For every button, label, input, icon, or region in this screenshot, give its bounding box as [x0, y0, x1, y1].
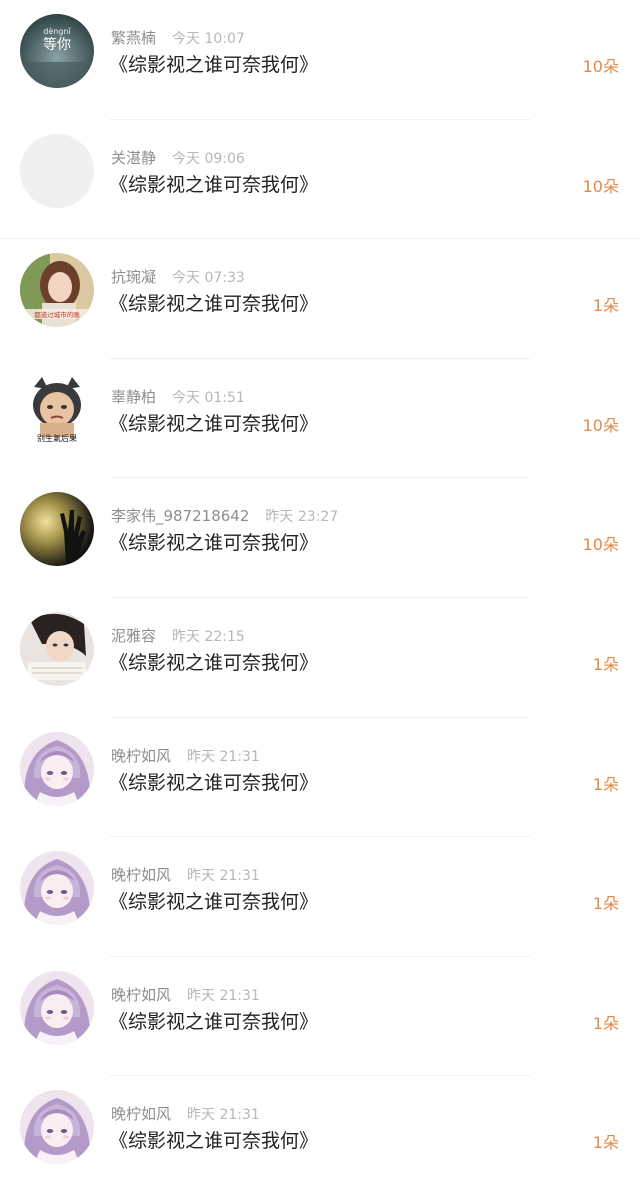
row-meta: 晚柠如风 昨天 21:31: [111, 864, 260, 886]
user-avatar[interactable]: dèngnǐ 等你: [20, 14, 94, 88]
flower-count: 10朵: [582, 57, 619, 76]
timestamp: 昨天 23:27: [265, 509, 339, 526]
book-title: 《综影视之谁可奈我何》: [109, 1130, 319, 1153]
timestamp: 昨天 21:31: [187, 987, 260, 1004]
book-title: 《综影视之谁可奈我何》: [109, 293, 319, 316]
gift-record-row[interactable]: 都道过城市的晚 抗琬凝 今天 07:33 《综影视之谁可奈我何》 1朵: [0, 239, 640, 359]
row-meta: 晚柠如风 昨天 21:31: [111, 984, 260, 1006]
row-meta: 抗琬凝 今天 07:33: [111, 266, 245, 288]
book-title: 《综影视之谁可奈我何》: [109, 652, 319, 674]
avatar-caption: 都道过城市的晚: [34, 310, 80, 319]
flower-count: 10朵: [582, 415, 619, 435]
timestamp: 昨天 21:31: [187, 1107, 260, 1124]
timestamp: 昨天 21:31: [187, 748, 260, 765]
book-title: 《综影视之谁可奈我何》: [109, 1010, 319, 1033]
book-title: 《综影视之谁可奈我何》: [109, 532, 319, 555]
user-avatar[interactable]: [20, 731, 94, 806]
gift-record-row[interactable]: 别生氣后果 辜静柏 今天 01:51 《综影视之谁可奈我何》 10朵: [0, 359, 640, 479]
gift-record-row[interactable]: 泥雅容 昨天 22:15 《综影视之谁可奈我何》 1朵: [0, 598, 640, 718]
flower-count: 10朵: [582, 176, 619, 196]
user-avatar[interactable]: [20, 1090, 94, 1165]
book-title: 《综影视之谁可奈我何》: [109, 771, 319, 794]
row-meta: 关湛静 今天 09:06: [111, 147, 245, 169]
row-meta: 晚柠如风 昨天 21:31: [111, 745, 260, 767]
user-name[interactable]: 李家伟_987218642: [111, 507, 249, 525]
book-title: 《综影视之谁可奈我何》: [109, 891, 319, 914]
gift-record-row[interactable]: 晚柠如风 昨天 21:31 《综影视之谁可奈我何》 1朵: [0, 957, 640, 1077]
gift-record-row[interactable]: 晚柠如风 昨天 21:31 《综影视之谁可奈我何》 1朵: [0, 718, 640, 838]
user-name[interactable]: 抗琬凝: [111, 268, 156, 286]
user-avatar[interactable]: [20, 133, 94, 208]
flower-count: 1朵: [592, 655, 619, 674]
user-avatar[interactable]: 都道过城市的晚: [20, 253, 94, 328]
user-name[interactable]: 晚柠如风: [111, 866, 171, 884]
avatar-caption-small: dèngnǐ: [43, 26, 71, 36]
user-avatar[interactable]: 别生氣后果: [20, 372, 94, 447]
gift-record-list: dèngnǐ 等你 繁燕楠 今天 10:07 《综影视之谁可奈我何》 10朵 关湛静 今天…: [0, 0, 640, 1177]
timestamp: 昨天 21:31: [187, 868, 260, 885]
user-name[interactable]: 晚柠如风: [111, 986, 171, 1004]
flower-count: 1朵: [592, 296, 619, 316]
user-name[interactable]: 辜静柏: [111, 388, 156, 406]
row-meta: 繁燕楠 今天 10:07: [111, 27, 245, 49]
gift-record-row[interactable]: dèngnǐ 等你 繁燕楠 今天 10:07 《综影视之谁可奈我何》 10朵: [0, 0, 640, 120]
gift-record-row[interactable]: 关湛静 今天 09:06 《综影视之谁可奈我何》 10朵: [0, 120, 640, 240]
user-name[interactable]: 泥雅容: [111, 627, 156, 645]
row-meta: 辜静柏 今天 01:51: [111, 386, 245, 408]
timestamp: 今天 10:07: [172, 31, 245, 47]
flower-count: 1朵: [592, 774, 619, 794]
row-meta: 李家伟_987218642 昨天 23:27: [111, 505, 338, 527]
timestamp: 昨天 22:15: [172, 629, 245, 645]
user-avatar[interactable]: [20, 851, 94, 926]
flower-count: 1朵: [592, 1013, 619, 1033]
gift-record-row[interactable]: 晚柠如风 昨天 21:31 《综影视之谁可奈我何》 1朵: [0, 837, 640, 957]
timestamp: 今天 01:51: [172, 389, 245, 406]
user-name[interactable]: 晚柠如风: [111, 747, 171, 765]
user-name[interactable]: 繁燕楠: [111, 29, 156, 47]
avatar-caption-big: 等你: [43, 36, 71, 53]
user-avatar[interactable]: [20, 612, 94, 686]
book-title: 《综影视之谁可奈我何》: [109, 412, 319, 435]
row-meta: 晚柠如风 昨天 21:31: [111, 1103, 260, 1125]
user-avatar[interactable]: [20, 492, 94, 567]
avatar-caption: 别生氣后果: [37, 433, 77, 443]
book-title: 《综影视之谁可奈我何》: [109, 173, 319, 196]
book-title: 《综影视之谁可奈我何》: [109, 54, 319, 76]
timestamp: 今天 07:33: [172, 270, 245, 287]
flower-count: 1朵: [592, 1133, 619, 1153]
user-avatar[interactable]: [20, 970, 94, 1045]
user-name[interactable]: 关湛静: [111, 149, 156, 167]
timestamp: 今天 09:06: [172, 150, 245, 167]
user-name[interactable]: 晚柠如风: [111, 1105, 171, 1123]
gift-record-row[interactable]: 晚柠如风 昨天 21:31 《综影视之谁可奈我何》 1朵: [0, 1076, 640, 1177]
row-meta: 泥雅容 昨天 22:15: [111, 625, 245, 647]
flower-count: 1朵: [592, 894, 619, 914]
gift-record-row[interactable]: 李家伟_987218642 昨天 23:27 《综影视之谁可奈我何》 10朵: [0, 478, 640, 598]
flower-count: 10朵: [582, 535, 619, 555]
